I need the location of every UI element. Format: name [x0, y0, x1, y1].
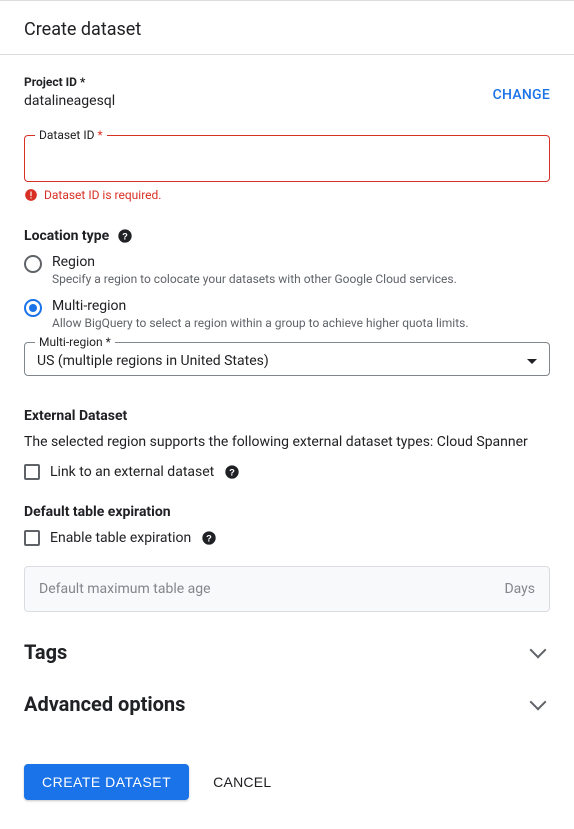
project-id-label: Project ID *	[24, 75, 115, 89]
advanced-options-heading: Advanced options	[24, 692, 185, 716]
project-id-value: datalineagesql	[24, 93, 115, 109]
project-id-row: Project ID * datalineagesql CHANGE	[24, 75, 550, 109]
radio-region-desc: Specify a region to colocate your datase…	[52, 272, 457, 286]
radio-icon	[24, 299, 42, 317]
radio-multi-region-desc: Allow BigQuery to select a region within…	[52, 316, 469, 330]
multi-region-select-label: Multi-region *	[35, 335, 115, 349]
svg-text:?: ?	[122, 231, 128, 241]
radio-icon	[24, 255, 42, 273]
max-table-age-placeholder: Default maximum table age	[39, 581, 211, 597]
default-expiration-heading: Default table expiration	[24, 504, 550, 520]
chevron-down-icon	[530, 642, 547, 659]
multi-region-select[interactable]: Multi-region * US (multiple regions in U…	[24, 342, 550, 376]
panel-title: Create dataset	[24, 19, 550, 40]
tags-heading: Tags	[24, 640, 67, 664]
dataset-id-error: Dataset ID is required.	[24, 188, 550, 202]
chevron-down-icon	[530, 694, 547, 711]
create-dataset-button[interactable]: CREATE DATASET	[24, 764, 189, 800]
svg-text:?: ?	[229, 467, 235, 477]
enable-expiration-checkbox-row[interactable]: Enable table expiration ?	[24, 530, 550, 546]
cancel-button[interactable]: CANCEL	[213, 774, 271, 790]
help-icon[interactable]: ?	[224, 464, 240, 480]
panel-content: Project ID * datalineagesql CHANGE Datas…	[0, 55, 574, 824]
external-link-label: Link to an external dataset	[50, 464, 214, 480]
help-icon[interactable]: ?	[201, 530, 217, 546]
dataset-id-input[interactable]	[37, 150, 537, 166]
max-table-age-input: Default maximum table age Days	[24, 566, 550, 612]
radio-multi-region[interactable]: Multi-region Allow BigQuery to select a …	[24, 298, 550, 330]
radio-region[interactable]: Region Specify a region to colocate your…	[24, 254, 550, 286]
help-icon[interactable]: ?	[117, 228, 133, 244]
svg-text:?: ?	[206, 533, 212, 543]
location-type-heading: Location type ?	[24, 228, 550, 244]
action-buttons: CREATE DATASET CANCEL	[24, 764, 550, 800]
external-dataset-heading: External Dataset	[24, 408, 550, 424]
radio-multi-region-label: Multi-region	[52, 298, 469, 314]
dropdown-arrow-icon	[527, 359, 537, 364]
radio-region-label: Region	[52, 254, 457, 270]
dataset-id-label: Dataset ID *	[35, 128, 107, 142]
external-link-checkbox-row[interactable]: Link to an external dataset ?	[24, 464, 550, 480]
dataset-id-error-text: Dataset ID is required.	[44, 188, 161, 202]
tags-section-toggle[interactable]: Tags	[24, 640, 550, 664]
checkbox-icon	[24, 530, 40, 546]
external-dataset-desc: The selected region supports the followi…	[24, 434, 550, 450]
panel-header: Create dataset	[0, 0, 574, 55]
multi-region-select-value: US (multiple regions in United States)	[37, 353, 269, 369]
max-table-age-unit: Days	[504, 581, 535, 597]
error-icon	[24, 188, 38, 202]
enable-expiration-label: Enable table expiration	[50, 530, 191, 546]
checkbox-icon	[24, 464, 40, 480]
change-project-link[interactable]: CHANGE	[493, 87, 550, 103]
advanced-options-toggle[interactable]: Advanced options	[24, 692, 550, 716]
dataset-id-field[interactable]: Dataset ID *	[24, 135, 550, 182]
